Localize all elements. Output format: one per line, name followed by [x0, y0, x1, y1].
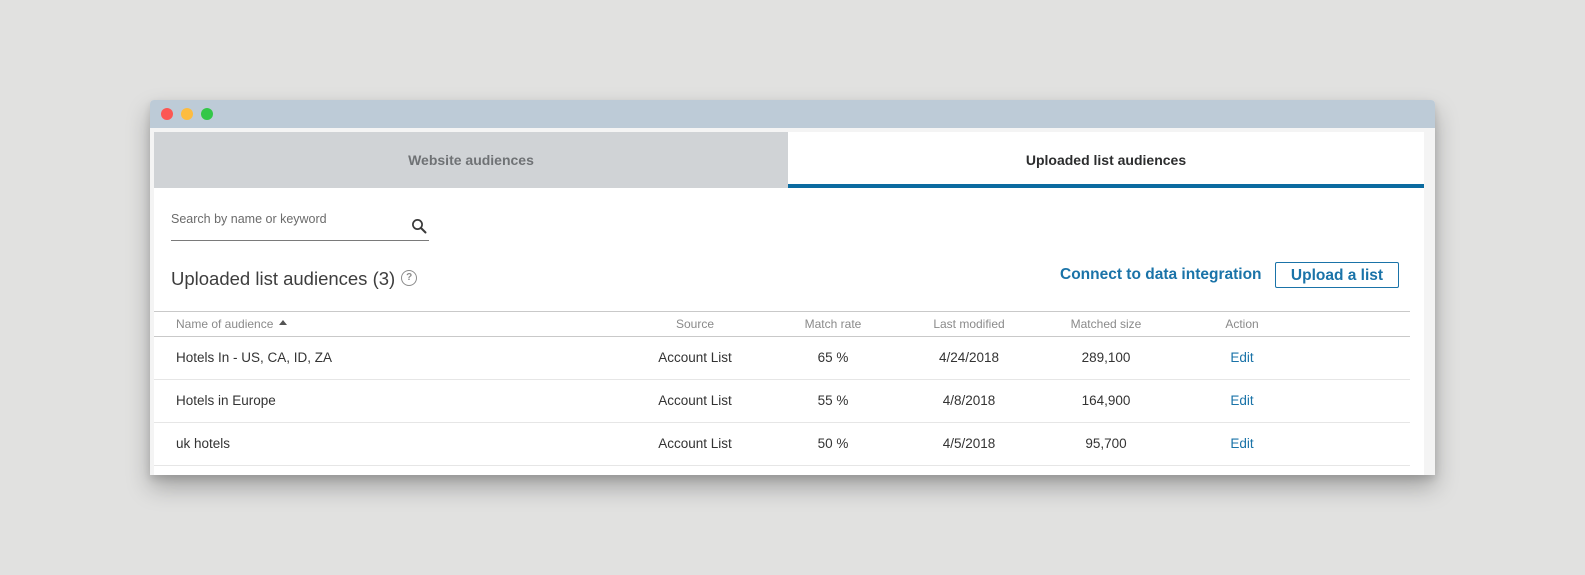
title-bar [150, 100, 1435, 128]
main-content: Website audiences Uploaded list audience… [154, 132, 1424, 475]
audience-source: Account List [658, 350, 732, 365]
action-cell: Edit [1182, 423, 1302, 465]
column-header-matched-size[interactable]: Matched size [1046, 312, 1166, 336]
table-row: uk hotels Account List 50 % 4/5/2018 95,… [154, 423, 1410, 466]
upload-list-button[interactable]: Upload a list [1275, 262, 1399, 288]
column-header-match-rate[interactable]: Match rate [773, 312, 893, 336]
audience-match-rate: 50 % [817, 436, 849, 451]
column-header-action: Action [1225, 317, 1259, 331]
audience-last-modified: 4/8/2018 [942, 393, 996, 408]
action-cell: Edit [1182, 337, 1302, 379]
tab-website-audiences[interactable]: Website audiences [154, 132, 788, 188]
question-circle-icon[interactable]: ? [401, 270, 418, 287]
audience-source: Account List [658, 436, 732, 451]
tab-bar: Website audiences Uploaded list audience… [154, 132, 1424, 188]
connect-data-integration-link[interactable]: Connect to data integration [1060, 266, 1262, 284]
action-cell: Edit [1182, 380, 1302, 422]
audience-name: Hotels in Europe [176, 393, 276, 408]
column-header-name[interactable]: Name of audience [176, 312, 288, 336]
table-row: Hotels In - US, CA, ID, ZA Account List … [154, 337, 1410, 380]
audience-name: Hotels In - US, CA, ID, ZA [176, 350, 333, 365]
app-window: Website audiences Uploaded list audience… [150, 100, 1435, 475]
sort-ascending-icon [279, 320, 288, 326]
tab-uploaded-list-audiences[interactable]: Uploaded list audiences [788, 132, 1424, 188]
audience-matched-size: 164,900 [1081, 393, 1131, 408]
section-title-text: Uploaded list audiences (3) [171, 268, 396, 289]
search-icon[interactable] [411, 218, 427, 234]
audience-last-modified: 4/5/2018 [942, 436, 996, 451]
column-header-last-modified[interactable]: Last modified [909, 312, 1029, 336]
active-tab-indicator [788, 184, 1424, 188]
column-header-name-label: Name of audience [176, 317, 274, 331]
audience-matched-size: 95,700 [1085, 436, 1127, 451]
section-title: Uploaded list audiences (3)? [171, 268, 418, 290]
search-field [171, 204, 429, 241]
tab-uploaded-list-audiences-label: Uploaded list audiences [1025, 152, 1187, 168]
search-input[interactable] [171, 208, 401, 230]
edit-link[interactable]: Edit [1230, 350, 1253, 365]
audience-match-rate: 65 % [817, 350, 849, 365]
audiences-table: Name of audience Source Match rate Last … [154, 311, 1410, 466]
audience-source: Account List [658, 393, 732, 408]
maximize-window-button[interactable] [201, 108, 213, 120]
minimize-window-button[interactable] [181, 108, 193, 120]
edit-link[interactable]: Edit [1230, 436, 1253, 451]
audience-last-modified: 4/24/2018 [938, 350, 1000, 365]
edit-link[interactable]: Edit [1230, 393, 1253, 408]
tab-website-audiences-label: Website audiences [408, 152, 534, 168]
audience-matched-size: 289,100 [1081, 350, 1131, 365]
column-header-source[interactable]: Source [635, 312, 755, 336]
table-row: Hotels in Europe Account List 55 % 4/8/2… [154, 380, 1410, 423]
close-window-button[interactable] [161, 108, 173, 120]
audience-match-rate: 55 % [817, 393, 849, 408]
table-header: Name of audience Source Match rate Last … [154, 311, 1410, 337]
audience-name: uk hotels [176, 436, 231, 451]
